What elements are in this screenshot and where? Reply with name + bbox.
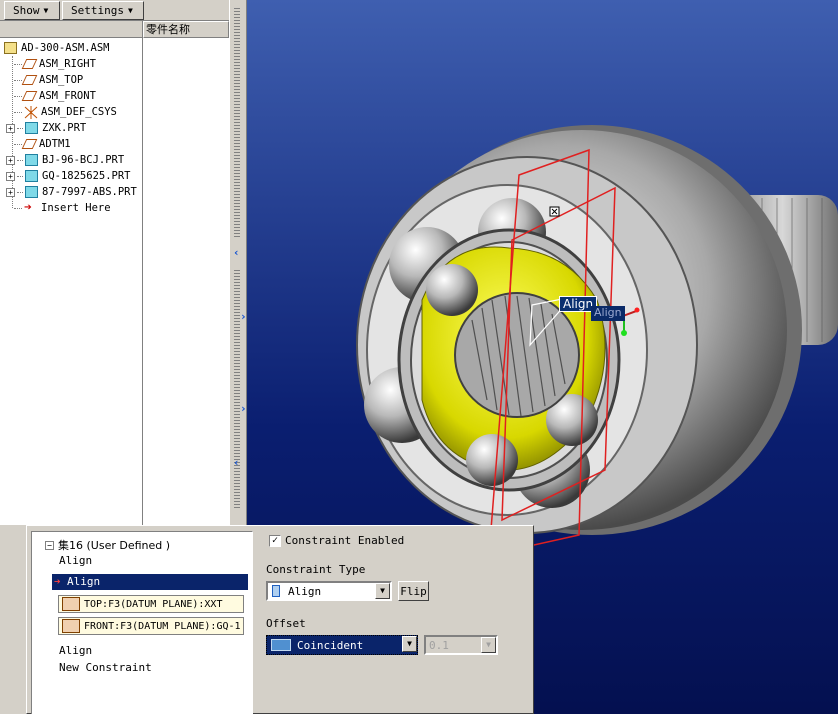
- datum-plane-icon: [21, 91, 38, 101]
- settings-label: Settings: [71, 4, 124, 17]
- part-icon: [25, 122, 38, 134]
- expand-icon[interactable]: +: [6, 187, 15, 197]
- offset-amount-select: 0.1 ▼: [424, 635, 498, 655]
- tree-item-zxk[interactable]: + ZXK.PRT: [6, 120, 86, 136]
- assembly-icon: [4, 42, 17, 54]
- expand-icon[interactable]: +: [6, 123, 15, 133]
- flip-button[interactable]: Flip: [398, 581, 429, 601]
- offset-select[interactable]: Coincident ▼: [266, 635, 418, 655]
- axis-point-icon: [621, 330, 627, 336]
- constraint-type-label: Constraint Type: [266, 563, 366, 576]
- tree-toolbar: Show ▼ Settings ▼: [0, 0, 232, 21]
- constraint-item-selected[interactable]: ➔ Align: [52, 574, 248, 590]
- tree-item-label: AD-300-ASM.ASM: [21, 42, 110, 54]
- chevron-down-icon: ▼: [43, 6, 49, 15]
- align-tag[interactable]: Align: [591, 306, 625, 321]
- tree-item-gq-1825625[interactable]: + GQ-1825625.PRT: [6, 168, 131, 184]
- tree-item-asm-def-csys[interactable]: ASM_DEF_CSYS: [14, 104, 117, 120]
- tree-item-label: ADTM1: [39, 138, 71, 150]
- show-menu-button[interactable]: Show ▼: [4, 1, 60, 20]
- offset-label: Offset: [266, 617, 306, 630]
- tree-item-adtm1[interactable]: ADTM1: [14, 136, 71, 152]
- datum-plane-ref-icon: [62, 597, 80, 611]
- tree-item-label: GQ-1825625.PRT: [42, 170, 131, 182]
- expand-right-icon[interactable]: ›: [240, 310, 247, 323]
- chevron-down-icon[interactable]: ▼: [375, 583, 390, 599]
- expand-icon[interactable]: +: [6, 171, 15, 181]
- constraint-item[interactable]: Align: [59, 554, 92, 567]
- tree-item-label: Insert Here: [41, 202, 111, 214]
- tree-item-label: ASM_FRONT: [39, 90, 96, 102]
- tree-column-header: [0, 21, 142, 38]
- part-icon: [25, 186, 38, 198]
- tree-item-bj-96-bcj[interactable]: + BJ-96-BCJ.PRT: [6, 152, 124, 168]
- show-label: Show: [13, 4, 40, 17]
- constraint-enabled-checkbox[interactable]: ✓: [269, 535, 281, 547]
- expand-icon[interactable]: +: [6, 155, 15, 165]
- datum-plane-icon: [21, 139, 38, 149]
- collapse-left-icon[interactable]: ‹: [233, 456, 240, 469]
- collapse-icon[interactable]: −: [45, 540, 54, 550]
- insert-arrow-icon: ➔: [54, 575, 61, 588]
- tree-item-asm-right[interactable]: ASM_RIGHT: [14, 56, 96, 72]
- constraint-type-value: Align: [288, 584, 322, 598]
- part-icon: [25, 170, 38, 182]
- constraint-set-label: 集16 (User Defined ): [58, 539, 171, 552]
- expand-right-icon[interactable]: ›: [240, 402, 247, 415]
- constraint-list: − 集16 (User Defined ) Align ➔ Align TOP:…: [31, 531, 253, 714]
- constraint-item-label: Align: [67, 575, 101, 588]
- part-icon: [25, 154, 38, 166]
- tree-item-root-assembly[interactable]: AD-300-ASM.ASM: [4, 40, 110, 56]
- chevron-down-icon: ▼: [127, 6, 133, 15]
- reference-item[interactable]: FRONT:F3(DATUM PLANE):GQ-1: [58, 617, 244, 635]
- tree-item-insert-here[interactable]: ➔ Insert Here: [14, 200, 111, 216]
- tree-item-label: ASM_RIGHT: [39, 58, 96, 70]
- tree-item-asm-top[interactable]: ASM_TOP: [14, 72, 83, 88]
- chevron-down-icon[interactable]: ▼: [402, 636, 417, 652]
- splitter-grip: [234, 270, 240, 510]
- constraint-type-select[interactable]: Align ▼: [266, 581, 392, 601]
- offset-amount-value: 0.1: [429, 638, 449, 652]
- reference-label: FRONT:F3(DATUM PLANE):GQ-1: [84, 620, 241, 632]
- constraint-set-row[interactable]: − 集16 (User Defined ): [45, 537, 170, 553]
- panel-splitter[interactable]: ‹ › › ‹: [229, 0, 247, 525]
- csys-icon: [24, 106, 38, 119]
- settings-menu-button[interactable]: Settings ▼: [62, 1, 144, 20]
- datum-plane-ref-icon: [62, 619, 80, 633]
- coincident-icon: [271, 639, 291, 651]
- constraint-dialog: − 集16 (User Defined ) Align ➔ Align TOP:…: [26, 525, 534, 714]
- tree-item-label: ASM_TOP: [39, 74, 84, 86]
- constraint-enabled-label: Constraint Enabled: [285, 534, 405, 547]
- splitter-grip: [234, 8, 240, 238]
- align-icon: [272, 585, 280, 597]
- tree-item-label: BJ-96-BCJ.PRT: [42, 154, 125, 166]
- chevron-down-icon: ▼: [481, 637, 496, 653]
- collapse-left-icon[interactable]: ‹: [233, 246, 240, 259]
- reference-item[interactable]: TOP:F3(DATUM PLANE):XXT: [58, 595, 244, 613]
- new-constraint-item[interactable]: New Constraint: [59, 661, 152, 674]
- tree-item-asm-front[interactable]: ASM_FRONT: [14, 88, 96, 104]
- offset-value: Coincident: [297, 638, 364, 652]
- constraint-item[interactable]: Align: [59, 644, 92, 657]
- insert-arrow-icon: ➔: [24, 200, 32, 215]
- name-column-header[interactable]: 零件名称: [143, 21, 229, 38]
- tree-item-87-7997-abs[interactable]: + 87-7997-ABS.PRT: [6, 184, 137, 200]
- datum-plane-icon: [21, 75, 38, 85]
- name-column: 零件名称: [143, 21, 229, 525]
- datum-plane-icon: [21, 59, 38, 69]
- tree-item-label: ZXK.PRT: [42, 122, 87, 134]
- tree-item-label: ASM_DEF_CSYS: [41, 106, 117, 118]
- tree-item-label: 87-7997-ABS.PRT: [42, 186, 137, 198]
- reference-label: TOP:F3(DATUM PLANE):XXT: [84, 598, 223, 610]
